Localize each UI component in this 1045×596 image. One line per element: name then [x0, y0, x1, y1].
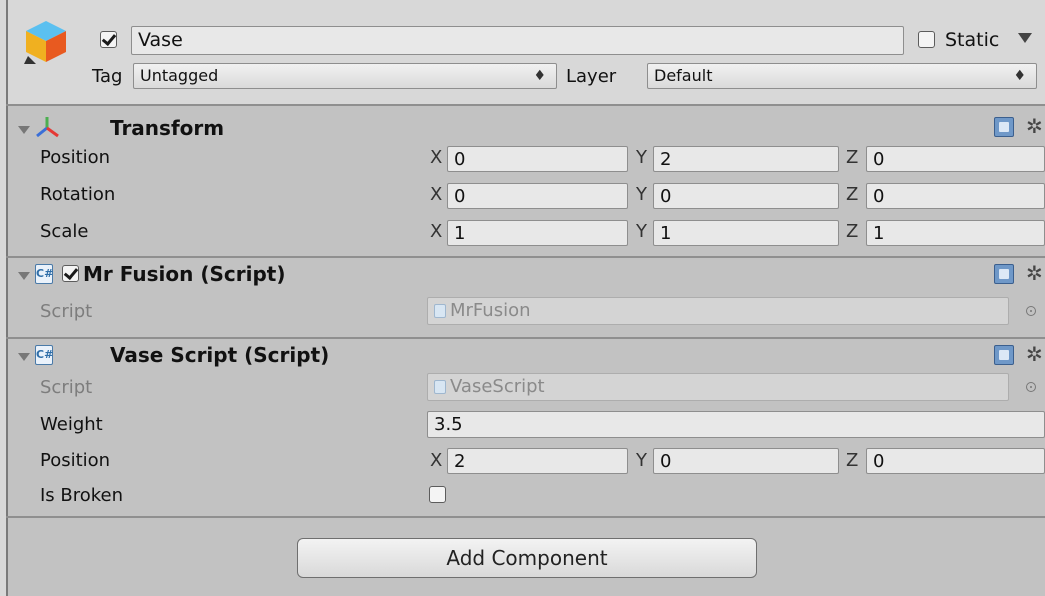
transform-foldout-icon[interactable]	[18, 126, 30, 134]
axis-x-label: X	[430, 184, 443, 205]
mrfusion-foldout-icon[interactable]	[18, 272, 30, 280]
script-file-icon	[434, 304, 446, 318]
vasescript-script-value: VaseScript	[450, 376, 545, 397]
static-dropdown-arrow-icon[interactable]	[1018, 33, 1032, 43]
transform-position-x[interactable]: 0	[447, 146, 628, 172]
help-book-icon[interactable]	[994, 117, 1014, 137]
axis-y-label: Y	[636, 184, 647, 205]
transform-scale-z[interactable]: 1	[866, 220, 1045, 246]
transform-scale-x[interactable]: 1	[447, 220, 628, 246]
gear-icon[interactable]: ✲	[1026, 116, 1043, 136]
inspector-left-border	[0, 0, 8, 596]
add-component-button[interactable]: Add Component	[297, 538, 757, 578]
axes-icon	[36, 117, 59, 138]
is-broken-checkbox[interactable]	[429, 486, 446, 503]
vasescript-position-y[interactable]: 0	[653, 448, 839, 474]
object-picker-icon[interactable]	[1026, 382, 1036, 392]
separator	[6, 104, 1045, 106]
vasescript-position-x[interactable]: 2	[447, 448, 628, 474]
tag-label: Tag	[92, 66, 123, 87]
axis-y-label: Y	[636, 450, 647, 471]
layer-value: Default	[654, 66, 713, 85]
separator	[6, 337, 1045, 339]
transform-rotation-z[interactable]: 0	[866, 183, 1045, 209]
axis-y-label: Y	[636, 147, 647, 168]
help-book-icon[interactable]	[994, 264, 1014, 284]
transform-rotation-label: Rotation	[40, 184, 116, 205]
csharp-script-icon: C#	[35, 264, 53, 284]
vasescript-script-field: VaseScript	[427, 373, 1009, 401]
object-picker-icon[interactable]	[1026, 306, 1036, 316]
vasescript-position-z[interactable]: 0	[866, 448, 1045, 474]
axis-x-label: X	[430, 147, 443, 168]
vasescript-script-label: Script	[40, 377, 93, 398]
weight-label: Weight	[40, 414, 103, 435]
script-file-icon	[434, 380, 446, 394]
transform-position-label: Position	[40, 147, 111, 168]
mrfusion-script-value: MrFusion	[450, 300, 531, 321]
mrfusion-script-field: MrFusion	[427, 297, 1009, 325]
static-checkbox[interactable]	[918, 31, 935, 48]
weight-input[interactable]: 3.5	[427, 411, 1045, 438]
tag-dropdown[interactable]: Untagged ♦	[133, 63, 557, 89]
active-checkbox[interactable]	[100, 31, 117, 48]
csharp-script-icon: C#	[35, 345, 53, 365]
axis-z-label: Z	[846, 184, 859, 205]
help-book-icon[interactable]	[994, 345, 1014, 365]
separator	[6, 516, 1045, 518]
transform-scale-label: Scale	[40, 221, 89, 242]
mrfusion-script-label: Script	[40, 301, 93, 322]
transform-title: Transform	[110, 116, 225, 140]
vasescript-foldout-icon[interactable]	[18, 353, 30, 361]
transform-position-z[interactable]: 0	[866, 146, 1045, 172]
axis-x-label: X	[430, 450, 443, 471]
axis-z-label: Z	[846, 450, 859, 471]
axis-x-label: X	[430, 221, 443, 242]
tag-dropdown-arrows-icon: ♦	[533, 68, 546, 84]
layer-label: Layer	[566, 66, 617, 87]
mrfusion-title: Mr Fusion (Script)	[83, 262, 286, 286]
axis-z-label: Z	[846, 221, 859, 242]
is-broken-label: Is Broken	[40, 485, 124, 506]
layer-dropdown-arrows-icon: ♦	[1013, 68, 1026, 84]
cube-icon	[24, 21, 66, 64]
gear-icon[interactable]: ✲	[1026, 344, 1043, 364]
object-name-input[interactable]: Vase	[131, 26, 904, 55]
transform-rotation-y[interactable]: 0	[653, 183, 839, 209]
layer-dropdown[interactable]: Default ♦	[647, 63, 1037, 89]
transform-rotation-x[interactable]: 0	[447, 183, 628, 209]
static-label: Static	[945, 29, 1000, 51]
tag-value: Untagged	[140, 66, 219, 85]
gear-icon[interactable]: ✲	[1026, 263, 1043, 283]
axis-y-label: Y	[636, 221, 647, 242]
vasescript-position-label: Position	[40, 450, 111, 471]
mrfusion-enabled-checkbox[interactable]	[62, 265, 79, 282]
separator	[6, 256, 1045, 258]
vasescript-title: Vase Script (Script)	[110, 343, 330, 367]
axis-z-label: Z	[846, 147, 859, 168]
transform-position-y[interactable]: 2	[653, 146, 839, 172]
transform-scale-y[interactable]: 1	[653, 220, 839, 246]
